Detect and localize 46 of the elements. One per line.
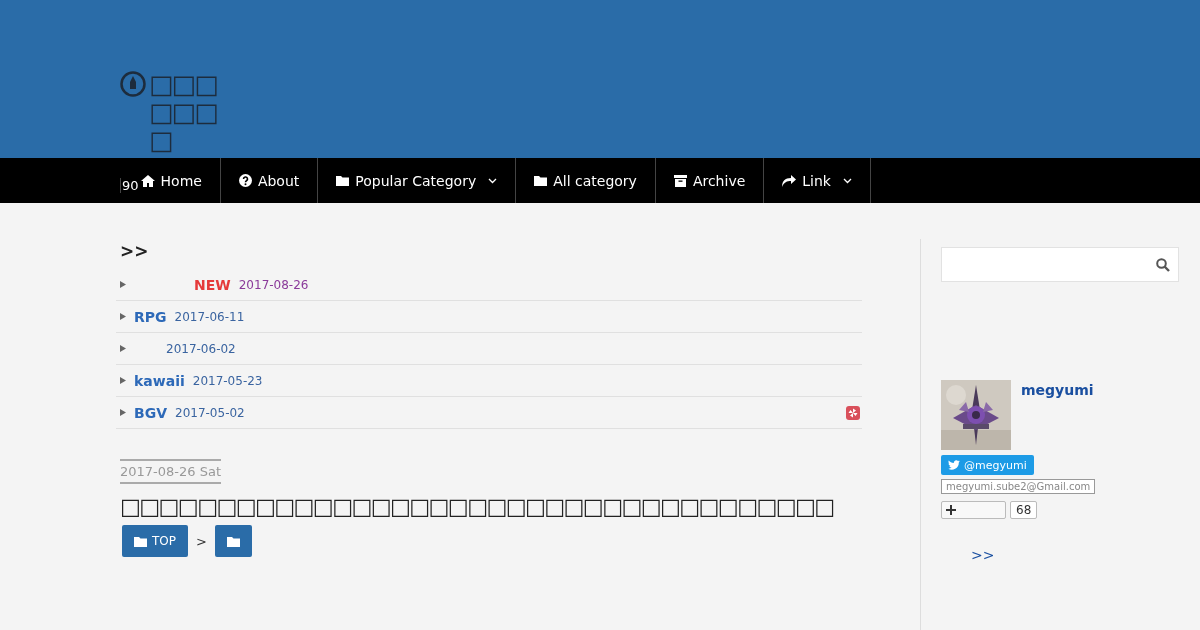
- help-icon: [238, 174, 252, 187]
- post-date: 2017-05-23: [192, 373, 263, 388]
- triangle-icon: [120, 409, 126, 416]
- follow-button[interactable]: [941, 501, 1006, 519]
- nav-item[interactable]: All category: [515, 158, 655, 203]
- nav-item[interactable]: Popular Category: [317, 158, 516, 203]
- share-icon: [782, 174, 797, 187]
- search-icon[interactable]: [1156, 257, 1170, 272]
- post-date: 2017-06-11: [174, 309, 245, 324]
- nav-item[interactable]: Home: [138, 158, 220, 203]
- folder-icon: [134, 535, 147, 547]
- triangle-icon: [120, 281, 126, 288]
- post-link[interactable]: RPG: [134, 308, 167, 325]
- folder-icon: [534, 175, 548, 186]
- post-date: 2017-06-02: [166, 341, 236, 356]
- post-title: □□□□□□□□□□□□□□□□□□□□□□□□□□□□□□□□□□□□□: [120, 494, 835, 519]
- pinwheel-icon[interactable]: [846, 405, 860, 420]
- home-icon: [140, 174, 155, 187]
- post-link[interactable]: BGV: [134, 404, 167, 421]
- section-heading: >>: [120, 241, 150, 261]
- follower-count: 68: [1010, 501, 1038, 519]
- profile-name[interactable]: megyumi: [1021, 382, 1179, 450]
- post-date: 2017-08-26: [238, 277, 309, 292]
- bird-icon: [948, 460, 960, 470]
- more-link[interactable]: >>: [971, 547, 1179, 563]
- triangle-icon: [120, 377, 126, 384]
- post-date: 2017-05-02: [175, 405, 245, 420]
- folder-icon: [226, 535, 240, 547]
- breadcrumb-button[interactable]: TOP: [122, 525, 188, 557]
- archive-icon: [673, 174, 687, 187]
- nav-item[interactable]: About: [219, 158, 318, 203]
- folder-icon: [336, 175, 350, 186]
- pen-icon: [120, 71, 146, 97]
- triangle-icon: [120, 313, 126, 320]
- nav-item[interactable]: Link: [763, 158, 871, 203]
- triangle-icon: [120, 345, 126, 352]
- breadcrumb-button[interactable]: [214, 525, 252, 557]
- new-label: NEW: [194, 276, 231, 293]
- post-link[interactable]: kawaii: [134, 372, 185, 389]
- search-field[interactable]: [941, 247, 1179, 282]
- post-date: 2017-08-26 Sat: [120, 459, 221, 484]
- visitor-counter: 90: [120, 178, 139, 193]
- plus-icon: [946, 505, 956, 515]
- email-address: megyumi.sube2@Gmail.com: [941, 479, 1096, 494]
- breadcrumb-separator: >: [196, 533, 207, 549]
- nav-item[interactable]: Archive: [654, 158, 764, 203]
